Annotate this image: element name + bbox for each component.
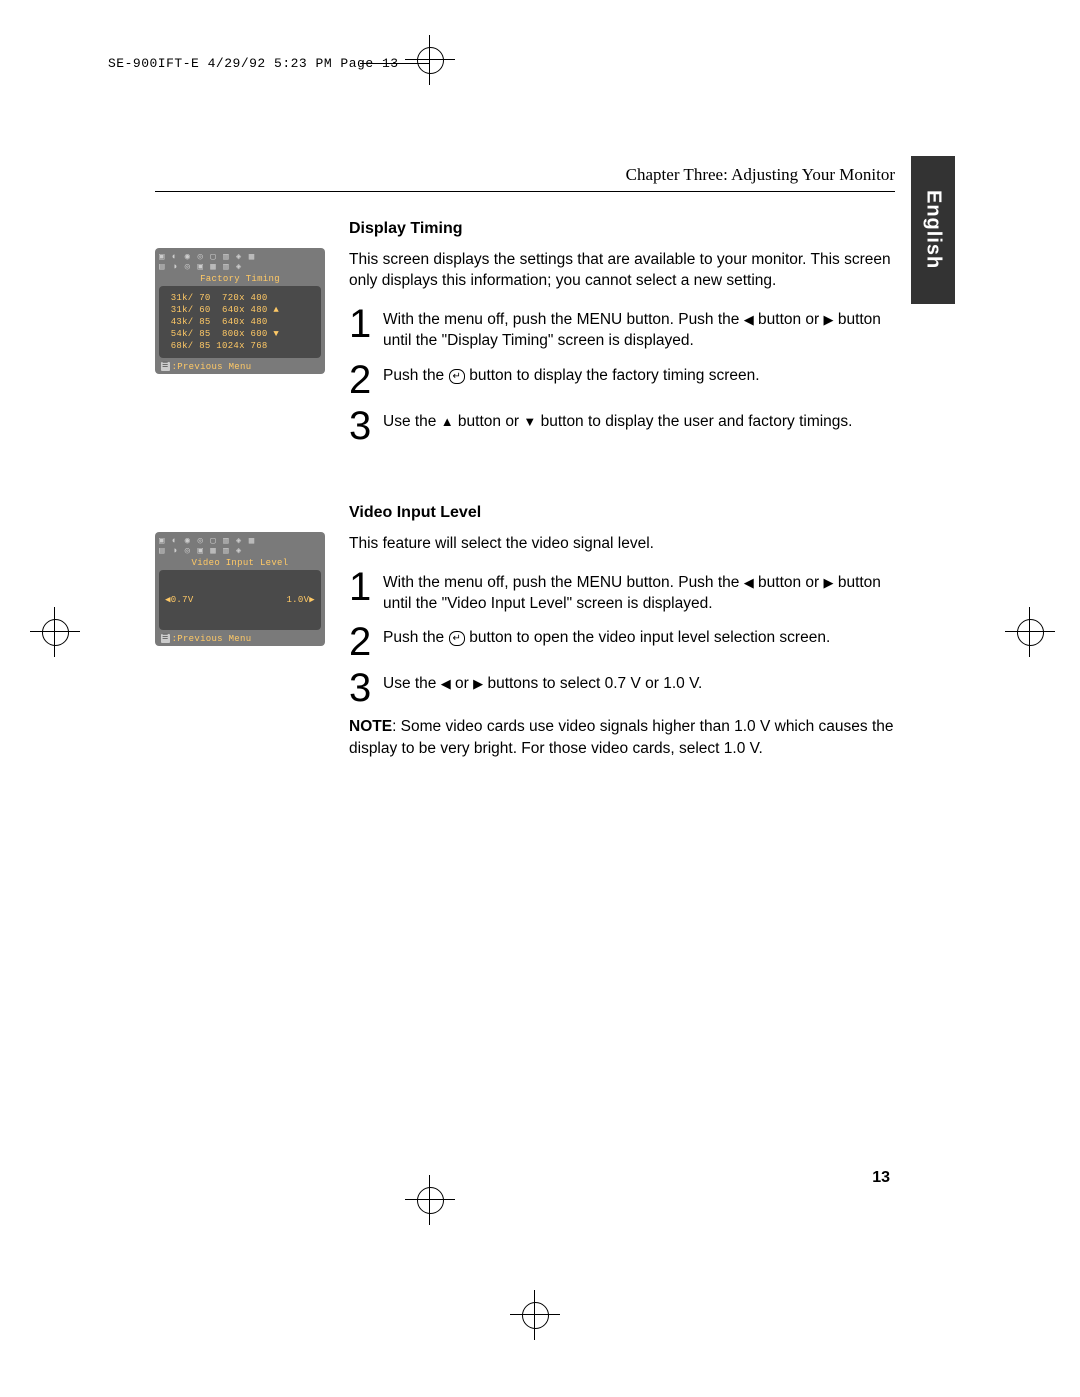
step-text: With the menu off, push the MENU button.…	[383, 306, 895, 352]
osd-icon-row: ▣ ◐ ◉ ◎ ▢ ▥ ◈ ▦▤ ◑ ◎ ▣ ▦ ▥ ◈	[159, 536, 321, 556]
note-block: NOTE: Some video cards use video signals…	[349, 716, 895, 759]
section-title: Video Input Level	[349, 504, 895, 522]
chapter-title: Chapter Three: Adjusting Your Monitor	[155, 165, 895, 185]
osd-timing-list: 31k/ 70 720x 400 31k/ 60 640x 480 ▲ 43k/…	[159, 286, 321, 358]
step-text: Push the ↵ button to display the factory…	[383, 362, 760, 387]
registration-mark-icon	[1005, 607, 1055, 657]
text-column: Display Timing This screen displays the …	[349, 220, 895, 454]
osd-voltage-right: 1.0V▶	[286, 594, 315, 606]
section-intro: This screen displays the settings that a…	[349, 250, 895, 292]
step-text: With the menu off, push the MENU button.…	[383, 569, 895, 615]
content-area: Chapter Three: Adjusting Your Monitor ▣ …	[155, 165, 895, 810]
text-column: Video Input Level This feature will sele…	[349, 504, 895, 760]
enter-icon: ↵	[449, 631, 465, 646]
page: SE-900IFT-E 4/29/92 5:23 PM Page 13 Engl…	[0, 0, 1080, 1397]
registration-mark-icon	[510, 1290, 560, 1340]
registration-mark-icon	[30, 607, 80, 657]
section-intro: This feature will select the video signa…	[349, 534, 895, 555]
step-number: 2	[349, 362, 383, 398]
step-3: 3 Use the ▲ button or ▼ button to displa…	[349, 408, 895, 444]
section-display-timing: ▣ ◐ ◉ ◎ ▢ ▥ ◈ ▦▤ ◑ ◎ ▣ ▦ ▥ ◈ Factory Tim…	[155, 220, 895, 454]
step-2: 2 Push the ↵ button to open the video in…	[349, 624, 895, 660]
right-arrow-icon: ▶	[824, 574, 834, 592]
divider	[155, 191, 895, 192]
step-text: Use the ▲ button or ▼ button to display …	[383, 408, 852, 433]
osd-icon-row: ▣ ◐ ◉ ◎ ▢ ▥ ◈ ▦▤ ◑ ◎ ▣ ▦ ▥ ◈	[159, 252, 321, 272]
crop-header-text: SE-900IFT-E 4/29/92 5:23 PM Page 13	[108, 56, 399, 71]
osd-title: Video Input Level	[159, 558, 321, 568]
up-arrow-icon: ▲	[441, 413, 454, 431]
registration-mark-icon	[405, 35, 455, 85]
osd-title: Factory Timing	[159, 274, 321, 284]
osd-video-input: ▣ ◐ ◉ ◎ ▢ ▥ ◈ ▦▤ ◑ ◎ ▣ ▦ ▥ ◈ Video Input…	[155, 532, 325, 646]
step-number: 1	[349, 306, 383, 342]
down-arrow-icon: ▼	[523, 413, 536, 431]
osd-column: ▣ ◐ ◉ ◎ ▢ ▥ ◈ ▦▤ ◑ ◎ ▣ ▦ ▥ ◈ Factory Tim…	[155, 220, 325, 374]
osd-voltage-left: ◀0.7V	[165, 594, 286, 606]
left-arrow-icon: ◀	[744, 574, 754, 592]
osd-footer: ☰:Previous Menu	[159, 360, 321, 372]
step-text: Use the ◀ or ▶ buttons to select 0.7 V o…	[383, 670, 702, 695]
language-tab: English	[911, 156, 955, 304]
step-3: 3 Use the ◀ or ▶ buttons to select 0.7 V…	[349, 670, 895, 706]
step-number: 3	[349, 408, 383, 444]
osd-column: ▣ ◐ ◉ ◎ ▢ ▥ ◈ ▦▤ ◑ ◎ ▣ ▦ ▥ ◈ Video Input…	[155, 504, 325, 646]
menu-key-icon: ☰	[161, 362, 170, 371]
step-number: 1	[349, 569, 383, 605]
step-number: 2	[349, 624, 383, 660]
step-number: 3	[349, 670, 383, 706]
note-label: NOTE	[349, 718, 392, 735]
section-title: Display Timing	[349, 220, 895, 238]
osd-factory-timing: ▣ ◐ ◉ ◎ ▢ ▥ ◈ ▦▤ ◑ ◎ ▣ ▦ ▥ ◈ Factory Tim…	[155, 248, 325, 374]
osd-footer: ☰:Previous Menu	[159, 632, 321, 644]
enter-icon: ↵	[449, 369, 465, 384]
osd-voltage-row: ◀0.7V 1.0V▶	[159, 570, 321, 630]
note-text: : Some video cards use video signals hig…	[349, 718, 894, 757]
right-arrow-icon: ▶	[824, 311, 834, 329]
step-text: Push the ↵ button to open the video inpu…	[383, 624, 830, 649]
menu-key-icon: ☰	[161, 634, 170, 643]
page-number: 13	[872, 1169, 890, 1187]
step-1: 1 With the menu off, push the MENU butto…	[349, 306, 895, 352]
step-2: 2 Push the ↵ button to display the facto…	[349, 362, 895, 398]
section-video-input: ▣ ◐ ◉ ◎ ▢ ▥ ◈ ▦▤ ◑ ◎ ▣ ▦ ▥ ◈ Video Input…	[155, 504, 895, 760]
left-arrow-icon: ◀	[441, 675, 451, 693]
step-1: 1 With the menu off, push the MENU butto…	[349, 569, 895, 615]
right-arrow-icon: ▶	[473, 675, 483, 693]
registration-mark-icon	[405, 1175, 455, 1225]
left-arrow-icon: ◀	[744, 311, 754, 329]
